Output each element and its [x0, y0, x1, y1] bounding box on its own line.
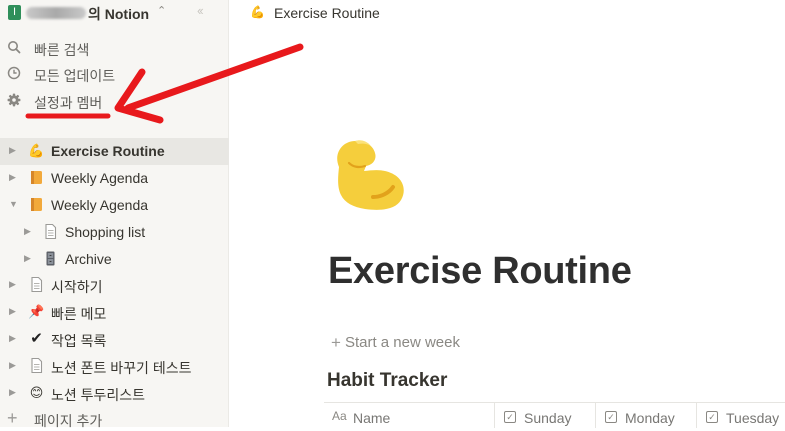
sidebar-page-archive[interactable]: ▶ Archive — [0, 246, 229, 273]
column-label: Sunday — [524, 410, 572, 426]
notebook-icon — [31, 198, 42, 211]
page-label: Shopping list — [65, 224, 146, 240]
column-header-tuesday[interactable]: ✓ Tuesday — [697, 403, 785, 428]
expand-triangle-icon[interactable]: ▶ — [9, 333, 16, 344]
plus-icon: + — [331, 333, 341, 352]
start-new-week-button[interactable]: + Start a new week — [331, 333, 460, 353]
database-title[interactable]: Habit Tracker — [327, 370, 447, 392]
sidebar-page-weekly-agenda-2[interactable]: ▼ Weekly Agenda — [0, 192, 229, 219]
expand-triangle-icon[interactable]: ▶ — [9, 306, 16, 317]
page-label: Archive — [65, 251, 112, 267]
page-label: Exercise Routine — [51, 143, 165, 159]
chevron-updown-icon: ⌃ — [157, 5, 167, 17]
checkbox-icon: ✓ — [605, 411, 617, 423]
checkbox-icon: ✓ — [504, 411, 516, 423]
sidebar-page-weekly-agenda-1[interactable]: ▶ Weekly Agenda — [0, 165, 229, 192]
sidebar-page-font-test[interactable]: ▶ 노션 폰트 바꾸기 테스트 — [0, 353, 229, 380]
checkmark-icon: ✔ — [30, 330, 43, 347]
flexed-biceps-icon[interactable] — [325, 133, 411, 219]
sidebar-page-getting-started[interactable]: ▶ 시작하기 — [0, 272, 229, 299]
all-updates-item[interactable]: 모든 업데이트 — [0, 61, 229, 87]
breadcrumb[interactable]: Exercise Routine — [274, 5, 380, 21]
settings-members-label: 설정과 멤버 — [34, 95, 103, 111]
workspace-avatar: I — [8, 5, 21, 20]
all-updates-label: 모든 업데이트 — [34, 68, 116, 84]
sidebar: I 의 Notion ⌃ ‹‹ 빠른 검색 모든 업데이트 설정과 멤버 ▶ 💪… — [0, 0, 229, 429]
column-label: Tuesday — [726, 410, 780, 426]
page-label: 노션 폰트 바꾸기 테스트 — [51, 360, 192, 376]
collapse-triangle-icon[interactable]: ▼ — [9, 199, 18, 209]
column-label: Monday — [625, 410, 675, 426]
sidebar-page-shopping-list[interactable]: ▶ Shopping list — [0, 219, 229, 246]
quick-search-label: 빠른 검색 — [34, 42, 90, 58]
sidebar-page-todo-list[interactable]: ▶ 😊 노션 투두리스트 — [0, 380, 229, 407]
text-property-icon: Aa — [332, 409, 347, 423]
column-header-monday[interactable]: ✓ Monday — [596, 403, 697, 428]
gear-icon — [7, 93, 21, 107]
expand-triangle-icon[interactable]: ▶ — [9, 145, 16, 156]
topbar: 💪 Exercise Routine — [230, 0, 785, 26]
expand-triangle-icon[interactable]: ▶ — [9, 387, 16, 398]
page-label: 시작하기 — [51, 279, 103, 295]
page-label: Weekly Agenda — [51, 197, 149, 213]
expand-triangle-icon[interactable]: ▶ — [24, 253, 31, 264]
page-title[interactable]: Exercise Routine — [328, 250, 632, 293]
workspace-switcher[interactable]: I 의 Notion ⌃ ‹‹ — [0, 0, 229, 26]
page-icon — [31, 276, 43, 293]
expand-triangle-icon[interactable]: ▶ — [9, 172, 16, 183]
quick-search-item[interactable]: 빠른 검색 — [0, 35, 229, 61]
settings-members-item[interactable]: 설정과 멤버 — [0, 88, 229, 114]
add-page-button[interactable]: + 페이지 추가 — [0, 407, 229, 429]
checkbox-icon: ✓ — [706, 411, 718, 423]
notebook-icon — [31, 171, 42, 184]
flexed-biceps-icon: 💪 — [28, 143, 45, 158]
workspace-name: 의 Notion — [88, 6, 150, 22]
clock-icon — [7, 66, 21, 80]
double-chevron-left-icon[interactable]: ‹‹ — [197, 3, 204, 18]
column-header-name[interactable]: Aa Name — [324, 403, 495, 428]
page-label: 노션 투두리스트 — [51, 387, 146, 403]
page-icon — [31, 357, 43, 374]
expand-triangle-icon[interactable]: ▶ — [24, 226, 31, 237]
pushpin-icon: 📌 — [28, 304, 45, 319]
expand-triangle-icon[interactable]: ▶ — [9, 279, 16, 290]
redacted-workspace-name — [26, 7, 86, 19]
sidebar-page-task-list[interactable]: ▶ ✔ 작업 목록 — [0, 326, 229, 353]
cabinet-icon — [46, 251, 55, 266]
sidebar-page-exercise-routine[interactable]: ▶ 💪 Exercise Routine — [0, 138, 229, 165]
flexed-biceps-icon: 💪 — [250, 5, 265, 19]
table-header: Aa Name ✓ Sunday ✓ Monday ✓ Tuesday — [324, 402, 785, 428]
sidebar-page-quick-note[interactable]: ▶ 📌 빠른 메모 — [0, 299, 229, 326]
column-header-sunday[interactable]: ✓ Sunday — [495, 403, 596, 428]
page-label: Weekly Agenda — [51, 170, 149, 186]
page-icon — [45, 223, 57, 240]
expand-triangle-icon[interactable]: ▶ — [9, 360, 16, 371]
add-page-label: 페이지 추가 — [34, 413, 103, 429]
search-icon — [8, 41, 21, 54]
page-label: 작업 목록 — [51, 333, 107, 349]
start-new-week-label: Start a new week — [344, 334, 460, 351]
page-label: 빠른 메모 — [51, 306, 107, 322]
smiling-face-icon: 😊 — [29, 385, 44, 400]
column-label: Name — [353, 410, 391, 426]
plus-icon: + — [7, 408, 18, 428]
